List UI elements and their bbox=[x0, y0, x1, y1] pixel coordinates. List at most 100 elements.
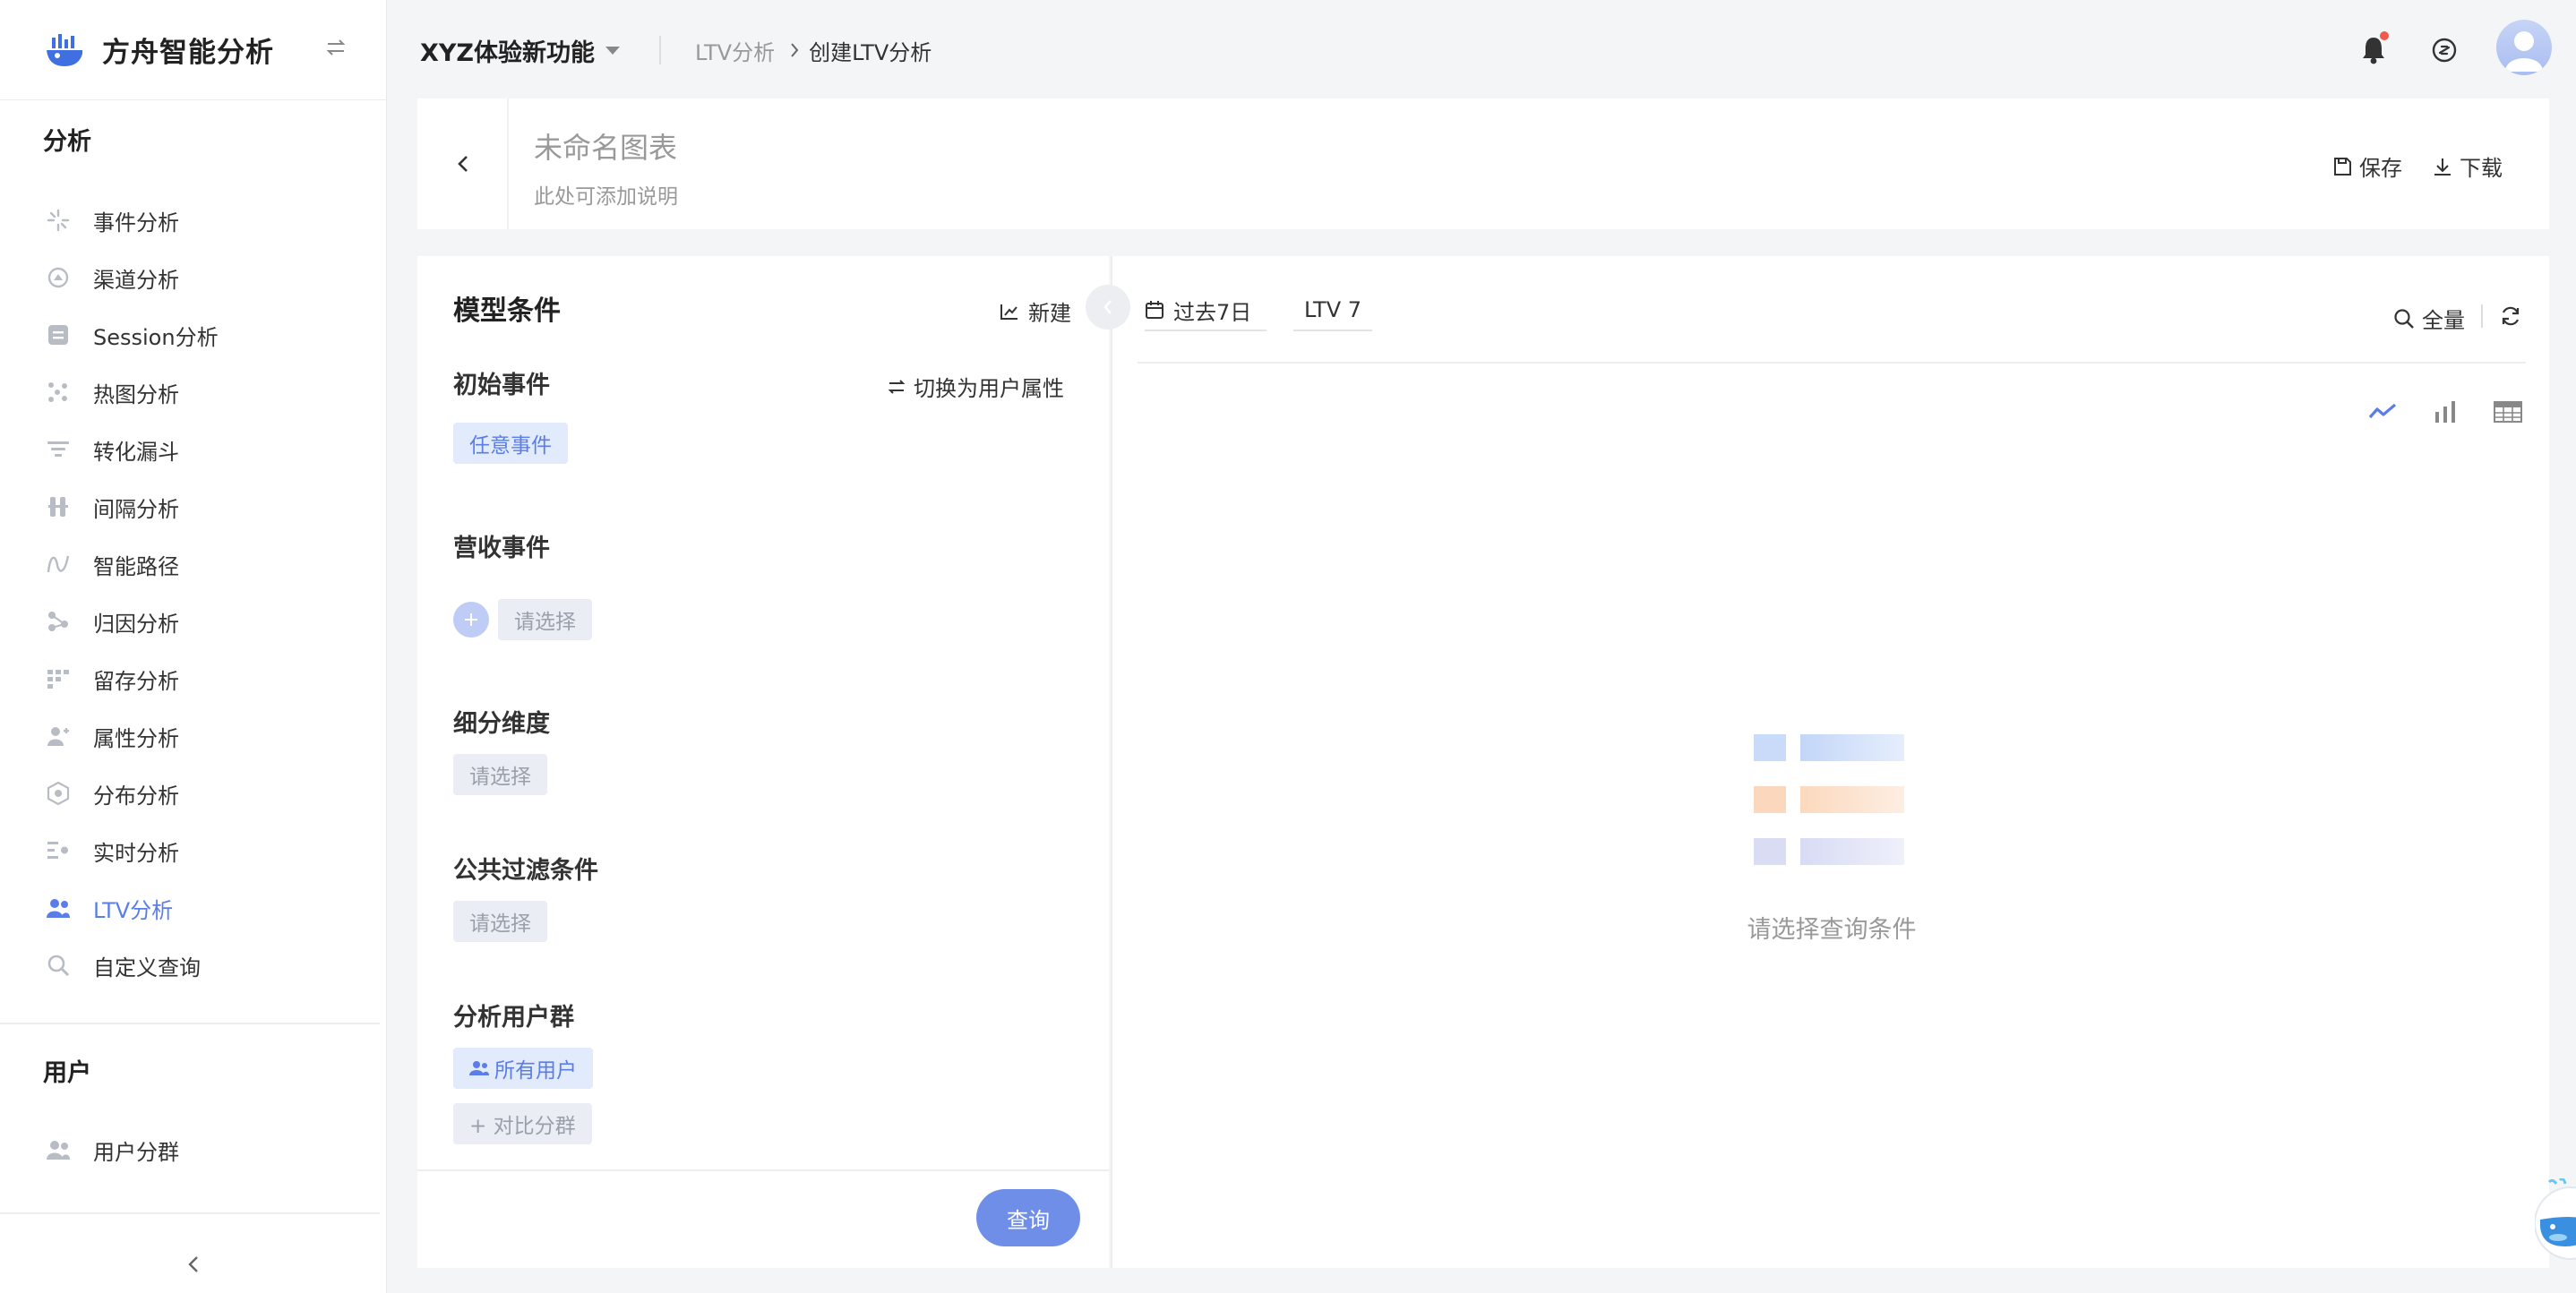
collapse-panel-icon[interactable] bbox=[1086, 285, 1130, 330]
top-header: XYZ体验新功能 LTV分析 创建LTV分析 bbox=[388, 0, 2576, 100]
switch-to-user-attribute-button[interactable]: 切换为用户属性 bbox=[887, 371, 1064, 402]
sidebar-item-attribute-analysis[interactable]: 属性分析 bbox=[0, 707, 386, 765]
new-button[interactable]: 新建 bbox=[1000, 295, 1071, 327]
add-revenue-event-icon[interactable] bbox=[453, 602, 489, 638]
full-label: 全量 bbox=[2422, 308, 2465, 333]
user-group-label: 分析用户群 bbox=[453, 1004, 574, 1032]
chart-description-input[interactable]: 此处可添加说明 bbox=[534, 179, 678, 210]
project-name: XYZ体验新功能 bbox=[420, 39, 595, 67]
ltv-icon bbox=[45, 895, 72, 921]
sidebar-item-label: 分布分析 bbox=[93, 783, 179, 809]
sidebar-item-label: 智能路径 bbox=[93, 553, 179, 579]
funnel-icon bbox=[45, 436, 72, 463]
project-selector[interactable]: XYZ体验新功能 bbox=[420, 33, 620, 68]
ltv-selector[interactable]: LTV 7 bbox=[1293, 290, 1372, 331]
assistant-mascot-icon[interactable] bbox=[2534, 1177, 2576, 1268]
sidebar-item-realtime-analysis[interactable]: 实时分析 bbox=[0, 822, 386, 879]
caret-down-icon bbox=[605, 46, 620, 55]
section-title-analysis: 分析 bbox=[43, 128, 91, 156]
initial-event-tag[interactable]: 任意事件 bbox=[453, 423, 568, 464]
sparkle-icon bbox=[45, 207, 72, 234]
empty-state-illustration bbox=[1754, 734, 1906, 865]
sidebar-nav-analysis: 事件分析 渠道分析 Session分析 热图分析 转化漏斗 间隔分析 智能路径 bbox=[0, 192, 386, 994]
help-link-icon[interactable] bbox=[2426, 32, 2462, 68]
global-filter-select[interactable]: 请选择 bbox=[453, 901, 547, 942]
switch-product-icon[interactable] bbox=[322, 34, 349, 61]
table-view-icon[interactable] bbox=[2490, 394, 2526, 430]
attribute-icon bbox=[45, 723, 72, 749]
interval-icon bbox=[45, 493, 72, 520]
query-button[interactable]: 查询 bbox=[976, 1189, 1080, 1246]
calendar-icon bbox=[1146, 301, 1163, 319]
search-icon bbox=[2394, 308, 2414, 329]
save-button[interactable]: 保存 bbox=[2332, 150, 2402, 182]
line-chart-view-icon[interactable] bbox=[2365, 394, 2400, 430]
save-label: 保存 bbox=[2359, 156, 2402, 181]
initial-event-label: 初始事件 bbox=[453, 372, 550, 399]
sidebar-item-label: 实时分析 bbox=[93, 840, 179, 866]
sidebar-item-ltv-analysis[interactable]: LTV分析 bbox=[0, 879, 386, 937]
sidebar-item-event-analysis[interactable]: 事件分析 bbox=[0, 192, 386, 249]
app-name: 方舟智能分析 bbox=[102, 37, 274, 69]
heatmap-icon bbox=[45, 379, 72, 406]
back-arrow-icon[interactable] bbox=[450, 150, 477, 177]
sidebar-item-label: 热图分析 bbox=[93, 381, 179, 407]
compare-group-button[interactable]: + 对比分群 bbox=[453, 1103, 592, 1144]
user-avatar[interactable] bbox=[2496, 20, 2552, 75]
sidebar-item-channel-analysis[interactable]: 渠道分析 bbox=[0, 249, 386, 306]
session-icon bbox=[45, 321, 72, 348]
revenue-event-label: 营收事件 bbox=[453, 535, 550, 562]
breakdown-label: 细分维度 bbox=[453, 710, 550, 738]
sidebar-item-heatmap-analysis[interactable]: 热图分析 bbox=[0, 364, 386, 421]
model-conditions-panel: 模型条件 新建 初始事件 切换为用户属性 任意事件 营收事件 请选择 细分维度 … bbox=[417, 256, 1109, 1268]
save-icon bbox=[2334, 157, 2351, 176]
refresh-icon[interactable] bbox=[2497, 303, 2524, 330]
user-group-icon bbox=[45, 1136, 72, 1163]
sidebar-item-interval-analysis[interactable]: 间隔分析 bbox=[0, 478, 386, 535]
brand-logo-icon bbox=[43, 30, 86, 70]
users-icon bbox=[469, 1061, 489, 1075]
chart-title-input[interactable]: 未命名图表 bbox=[534, 125, 677, 167]
sidebar-item-distribution-analysis[interactable]: 分布分析 bbox=[0, 765, 386, 822]
sidebar-item-smart-path[interactable]: 智能路径 bbox=[0, 535, 386, 593]
sidebar-item-user-group[interactable]: 用户分群 bbox=[0, 1121, 386, 1178]
realtime-icon bbox=[45, 837, 72, 864]
sidebar-item-label: LTV分析 bbox=[93, 897, 174, 923]
sidebar-item-label: 事件分析 bbox=[93, 210, 179, 235]
sidebar-item-session-analysis[interactable]: Session分析 bbox=[0, 306, 386, 364]
full-sampling-button[interactable]: 全量 bbox=[2393, 303, 2465, 334]
user-group-value: 所有用户 bbox=[494, 1059, 577, 1083]
breadcrumb-ltv[interactable]: LTV分析 bbox=[695, 35, 775, 66]
sidebar-item-attribution-analysis[interactable]: 归因分析 bbox=[0, 593, 386, 650]
sidebar-item-label: 留存分析 bbox=[93, 668, 179, 694]
distribution-icon bbox=[45, 780, 72, 807]
toolbar-vertical-divider bbox=[2481, 304, 2483, 328]
global-filter-label: 公共过滤条件 bbox=[453, 857, 598, 885]
sidebar-item-custom-query[interactable]: 自定义查询 bbox=[0, 937, 386, 994]
notification-dot bbox=[2378, 30, 2391, 42]
sidebar-item-retention-analysis[interactable]: 留存分析 bbox=[0, 650, 386, 707]
toolbar-divider bbox=[1138, 362, 2526, 364]
bar-chart-view-icon[interactable] bbox=[2427, 394, 2463, 430]
sidebar-nav-user: 用户分群 bbox=[0, 1121, 386, 1178]
sidebar-divider bbox=[0, 1212, 380, 1214]
section-title-user: 用户 bbox=[43, 1059, 91, 1087]
sidebar-item-label: 属性分析 bbox=[93, 725, 179, 751]
sidebar-item-funnel[interactable]: 转化漏斗 bbox=[0, 421, 386, 478]
download-label: 下载 bbox=[2460, 156, 2503, 181]
download-button[interactable]: 下载 bbox=[2433, 150, 2503, 182]
breadcrumb: LTV分析 创建LTV分析 bbox=[695, 35, 932, 66]
sidebar-item-label: 转化漏斗 bbox=[93, 439, 179, 465]
sidebar-collapse-icon[interactable] bbox=[179, 1250, 208, 1279]
date-range-picker[interactable]: 过去7日 bbox=[1145, 290, 1267, 331]
user-group-tag[interactable]: 所有用户 bbox=[453, 1048, 593, 1089]
sidebar-item-label: 自定义查询 bbox=[93, 955, 201, 980]
swap-icon bbox=[888, 379, 906, 394]
channel-icon bbox=[45, 264, 72, 291]
switch-label: 切换为用户属性 bbox=[914, 376, 1064, 401]
breakdown-select[interactable]: 请选择 bbox=[453, 754, 547, 795]
revenue-event-select[interactable]: 请选择 bbox=[498, 599, 592, 640]
custom-query-icon bbox=[45, 952, 72, 979]
sidebar-item-label: 间隔分析 bbox=[93, 496, 179, 522]
breadcrumb-current: 创建LTV分析 bbox=[809, 39, 932, 65]
